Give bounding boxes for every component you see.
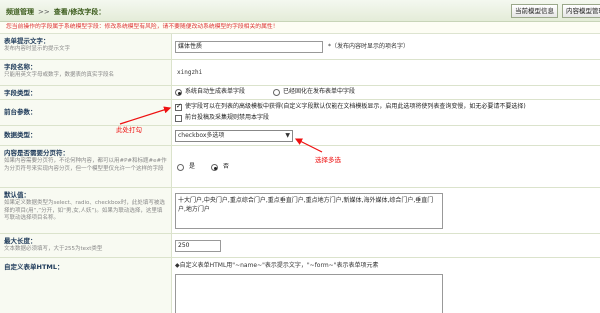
- breadcrumb-channel[interactable]: 频道管理: [6, 8, 34, 16]
- row-label: 数据类型：: [0, 126, 172, 145]
- row-label: 表单提示文字： 发布内容时显示的提示文字: [0, 34, 172, 59]
- paging-label: 内容是否需要分页符：: [4, 149, 69, 157]
- data-type-label: 数据类型：: [4, 131, 37, 139]
- paging-yes-label: 是: [189, 163, 196, 170]
- row-prompt-text: 表单提示文字： 发布内容时显示的提示文字 媒体性质 *（发布内容时显示的项名字）: [0, 34, 600, 60]
- field-type-label: 字段类型：: [4, 89, 37, 97]
- row-value: 250: [175, 234, 596, 257]
- row-value: xingzhi: [175, 60, 596, 85]
- row-value: 媒体性质 *（发布内容时显示的项名字）: [175, 34, 596, 59]
- field-name-label: 字段名称：: [4, 63, 37, 71]
- field-type-radio-auto[interactable]: [175, 89, 182, 96]
- row-value: 十大门户,中央门户,重点综合门户,重点垂直门户,重点地方门户,新媒体,海外媒体,…: [175, 188, 596, 233]
- list-template-option: 使字段可以在列表的高级模板中获得(自定义字段默认仅能在文档模板显示，启用此选项将…: [185, 103, 526, 110]
- row-label: 自定义表单HTML：: [0, 258, 172, 313]
- prompt-text-desc: 发布内容时显示的提示文字: [4, 46, 71, 52]
- disable-submission-checkbox[interactable]: [175, 115, 182, 122]
- row-field-type: 字段类型： 系统自动生成表单字段 已经固化在发布表单中字段: [0, 86, 600, 100]
- row-value: 系统自动生成表单字段 已经固化在发布表单中字段: [175, 86, 596, 99]
- row-paging: 内容是否需要分页符： 如果内容需要分页符，不论何种内容，都可以用#P#和标题#e…: [0, 146, 600, 188]
- field-type-radio-fixed[interactable]: [273, 89, 280, 96]
- row-label: 字段类型：: [0, 86, 172, 99]
- row-label: 最大长度： 文本数据必须填写，大于255为text类型: [0, 234, 172, 257]
- disable-submission-option: 前台投稿及采集规则禁用本字段: [185, 114, 270, 121]
- field-type-auto-label: 系统自动生成表单字段: [185, 88, 246, 95]
- paging-desc: 如果内容需要分页符，不论何种内容，都可以用#P#和标题#e#作为分页符号来实现内…: [4, 158, 167, 172]
- prompt-text-input[interactable]: 媒体性质: [175, 41, 323, 53]
- row-max-length: 最大长度： 文本数据必须填写，大于255为text类型 250: [0, 234, 600, 258]
- data-type-selected: checkbox多选项: [178, 132, 225, 139]
- default-value-textarea[interactable]: 十大门户,中央门户,重点综合门户,重点垂直门户,重点地方门户,新媒体,海外媒体,…: [175, 193, 443, 229]
- custom-html-label: 自定义表单HTML：: [4, 263, 64, 271]
- prompt-text-hint: *（发布内容时显示的项名字）: [328, 43, 410, 50]
- frontend-params-label: 前台参数：: [4, 108, 37, 116]
- paging-radio-yes[interactable]: [177, 164, 184, 171]
- max-length-label: 最大长度：: [4, 237, 37, 245]
- row-default-value: 默认值： 如果定义数据类型为select、radio、checkbox时，此处填…: [0, 188, 600, 234]
- field-name-desc: 只能用英文字母或数字，数据表的真实字段名: [4, 72, 115, 78]
- row-custom-html: 自定义表单HTML： ◆自定义表单HTML用"~name~"表示提示文字，"~f…: [0, 258, 600, 313]
- annotation-check-here: 此处打勾: [116, 126, 142, 134]
- current-model-info-button[interactable]: 当前模型信息: [511, 4, 558, 18]
- breadcrumb-current: 查看/修改字段：: [53, 8, 106, 16]
- row-value: 是 否: [175, 146, 596, 187]
- custom-html-hint: ◆自定义表单HTML用"~name~"表示提示文字，"~form~"表示表单项元…: [175, 262, 379, 269]
- row-field-name: 字段名称： 只能用英文字母或数字，数据表的真实字段名 xingzhi: [0, 60, 600, 86]
- paging-no-label: 否: [223, 163, 230, 170]
- data-type-select[interactable]: checkbox多选项 ▼: [175, 130, 293, 142]
- row-value: 使字段可以在列表的高级模板中获得(自定义字段默认仅能在文档模板显示，启用此选项将…: [175, 100, 596, 125]
- field-type-fixed-label: 已经固化在发布表单中字段: [283, 88, 356, 95]
- max-length-desc: 文本数据必须填写，大于255为text类型: [4, 246, 103, 252]
- breadcrumb: 频道管理 >> 查看/修改字段：: [6, 7, 105, 17]
- breadcrumb-separator: >>: [38, 8, 50, 16]
- row-frontend-params: 前台参数： 使字段可以在列表的高级模板中获得(自定义字段默认仅能在文档模板显示，…: [0, 100, 600, 126]
- row-label: 默认值： 如果定义数据类型为select、radio、checkbox时，此处填…: [0, 188, 172, 233]
- row-data-type: 数据类型： checkbox多选项 ▼: [0, 126, 600, 146]
- row-label: 前台参数：: [0, 100, 172, 125]
- default-value-label: 默认值：: [4, 191, 30, 199]
- list-template-checkbox[interactable]: [175, 102, 182, 111]
- field-name-value: xingzhi: [177, 69, 203, 76]
- top-bar: 频道管理 >>查看/修改字段： 当前模型信息 内容模型管理: [0, 0, 600, 22]
- row-label: 字段名称： 只能用英文字母或数字，数据表的真实字段名: [0, 60, 172, 85]
- custom-html-textarea[interactable]: [175, 274, 443, 313]
- chevron-down-icon: ▼: [285, 132, 290, 139]
- warning-notice: 您当前操作的字段属于系统模型字段：修改系统模型有风险，请不要随便改动系统模型的字…: [0, 22, 600, 34]
- row-value: checkbox多选项 ▼: [175, 126, 596, 145]
- row-value: ◆自定义表单HTML用"~name~"表示提示文字，"~form~"表示表单项元…: [175, 258, 596, 313]
- prompt-text-label: 表单提示文字：: [4, 37, 50, 45]
- paging-radio-no[interactable]: [211, 164, 218, 171]
- default-value-desc: 如果定义数据类型为select、radio、checkbox时，此处填写被选择的…: [4, 200, 165, 221]
- annotation-multi-select: 选择多选: [315, 156, 341, 164]
- row-label: 内容是否需要分页符： 如果内容需要分页符，不论何种内容，都可以用#P#和标题#e…: [0, 146, 172, 187]
- max-length-input[interactable]: 250: [175, 240, 221, 252]
- content-model-manage-button[interactable]: 内容模型管理: [562, 4, 600, 18]
